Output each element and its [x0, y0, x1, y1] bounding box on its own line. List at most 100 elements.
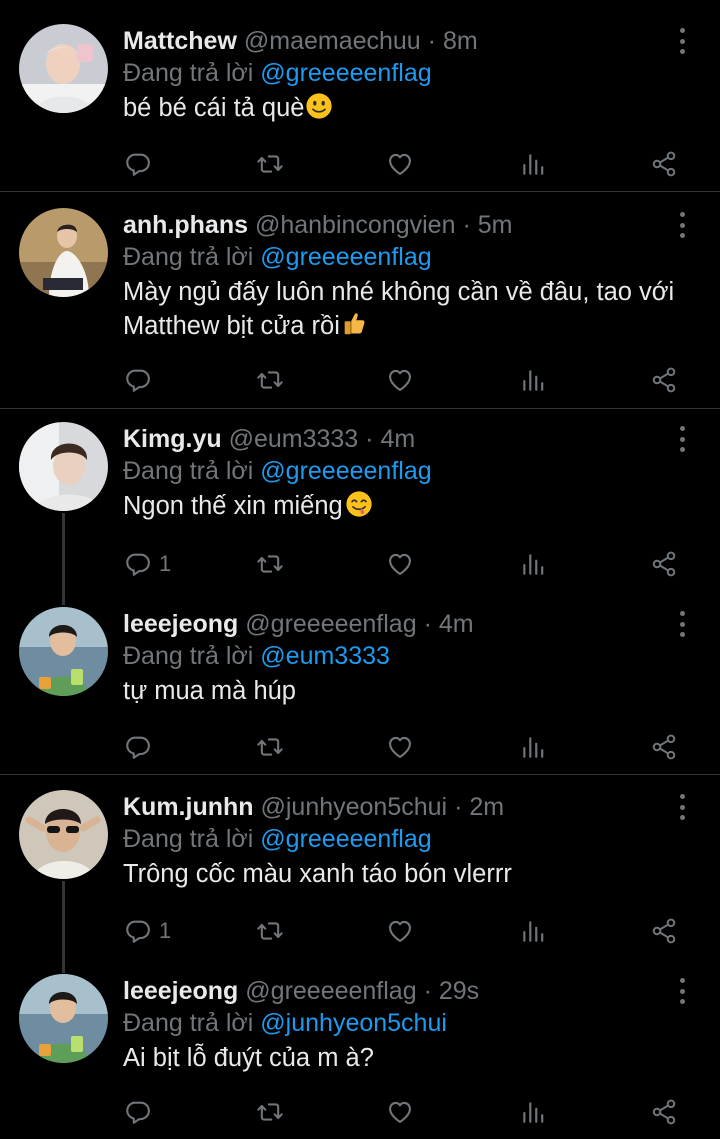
timestamp[interactable]: 4m — [439, 610, 474, 638]
views-icon-button[interactable] — [520, 732, 546, 762]
timestamp[interactable]: 4m — [380, 425, 415, 453]
replying-to-handle[interactable]: @eum3333 — [260, 642, 390, 670]
heart-icon — [386, 150, 414, 178]
heart-icon-button[interactable] — [386, 1097, 414, 1127]
more-options-icon[interactable] — [670, 28, 694, 54]
tweet[interactable]: Kimg.yu @eum3333 · 4m Đang trả lời @greee… — [0, 422, 720, 583]
tweet-header: leeejeong @greeeeenflag · 4m — [123, 607, 474, 641]
tweet-text: Ai bịt lỗ đuýt của m à? — [123, 1041, 703, 1075]
user-name[interactable]: leeejeong — [123, 610, 238, 638]
reply-icon-button[interactable] — [124, 1097, 159, 1127]
replying-to: Đang trả lời @greeeeenflag — [123, 822, 432, 856]
timestamp[interactable]: 8m — [443, 27, 478, 55]
avatar[interactable] — [19, 974, 108, 1063]
replying-to-handle[interactable]: @junhyeon5chui — [260, 1009, 447, 1037]
replying-to-handle[interactable]: @greeeeenflag — [260, 825, 431, 853]
views-icon-button[interactable] — [520, 549, 546, 579]
reply-icon-button[interactable] — [124, 365, 159, 395]
heart-icon-button[interactable] — [386, 732, 414, 762]
timestamp[interactable]: 29s — [439, 977, 479, 1005]
reply-icon — [124, 550, 152, 578]
avatar[interactable] — [19, 422, 108, 511]
tweet-text: tự mua mà húp — [123, 674, 703, 708]
views-icon-button[interactable] — [520, 1097, 546, 1127]
share-icon-button[interactable] — [650, 916, 678, 946]
user-handle[interactable]: @greeeeenflag — [245, 977, 416, 1005]
user-handle[interactable]: @maemaechuu — [244, 27, 421, 55]
retweet-icon-button[interactable] — [255, 732, 285, 762]
replying-to-handle[interactable]: @greeeeenflag — [260, 457, 431, 485]
views-icon — [520, 150, 546, 178]
avatar[interactable] — [19, 607, 108, 696]
tweet[interactable]: leeejeong @greeeeenflag · 4m Đang trả lời… — [0, 607, 720, 766]
heart-icon-button[interactable] — [386, 549, 414, 579]
replying-to-handle[interactable]: @greeeeenflag — [260, 59, 431, 87]
share-icon — [650, 733, 678, 761]
retweet-icon-button[interactable] — [255, 149, 285, 179]
retweet-icon-button[interactable] — [255, 1097, 285, 1127]
user-name[interactable]: Kum.junhn — [123, 793, 254, 821]
heart-icon — [386, 1098, 414, 1126]
user-handle[interactable]: @eum3333 — [229, 425, 359, 453]
share-icon-button[interactable] — [650, 1097, 678, 1127]
tweet-header: Kum.junhn @junhyeon5chui · 2m — [123, 790, 504, 824]
tweet[interactable]: Mattchew @maemaechuu · 8m Đang trả lời @g… — [0, 24, 720, 183]
tweet-actions: 1 — [0, 549, 720, 579]
tweet[interactable]: leeejeong @greeeeenflag · 29s Đang trả lờ… — [0, 974, 720, 1131]
reply-icon-button[interactable] — [124, 149, 159, 179]
views-icon-button[interactable] — [520, 916, 546, 946]
user-handle[interactable]: @hanbincongvien — [255, 211, 456, 239]
thumbs-up-icon — [341, 310, 367, 347]
user-handle[interactable]: @greeeeenflag — [245, 610, 416, 638]
reply-icon — [124, 366, 152, 394]
replying-to-handle[interactable]: @greeeeenflag — [260, 243, 431, 271]
share-icon — [650, 917, 678, 945]
avatar[interactable] — [19, 790, 108, 879]
heart-icon-button[interactable] — [386, 149, 414, 179]
more-options-icon[interactable] — [670, 426, 694, 452]
separator-dot: · — [423, 610, 432, 638]
more-options-icon[interactable] — [670, 978, 694, 1004]
reply-feed: Mattchew @maemaechuu · 8m Đang trả lời @g… — [0, 0, 720, 1139]
user-name[interactable]: Kimg.yu — [123, 425, 222, 453]
avatar[interactable] — [19, 24, 108, 113]
separator-dot: · — [462, 211, 471, 239]
share-icon — [650, 550, 678, 578]
divider — [0, 408, 720, 409]
user-name[interactable]: Mattchew — [123, 27, 237, 55]
heart-icon-button[interactable] — [386, 365, 414, 395]
tweet[interactable]: Kum.junhn @junhyeon5chui · 2m Đang trả lờ… — [0, 790, 720, 950]
views-icon-button[interactable] — [520, 149, 546, 179]
share-icon-button[interactable] — [650, 365, 678, 395]
timestamp[interactable]: 2m — [469, 793, 504, 821]
more-options-icon[interactable] — [670, 212, 694, 238]
tweet-header: Mattchew @maemaechuu · 8m — [123, 24, 478, 58]
slightly-smiling-face-icon — [305, 92, 333, 129]
retweet-icon-button[interactable] — [255, 365, 285, 395]
reply-icon-button[interactable]: 1 — [124, 549, 171, 579]
timestamp[interactable]: 5m — [478, 211, 513, 239]
reply-icon-button[interactable] — [124, 732, 159, 762]
replying-to: Đang trả lời @greeeeenflag — [123, 454, 432, 488]
share-icon-button[interactable] — [650, 149, 678, 179]
more-options-icon[interactable] — [670, 794, 694, 820]
more-options-icon[interactable] — [670, 611, 694, 637]
retweet-icon-button[interactable] — [255, 549, 285, 579]
retweet-icon-button[interactable] — [255, 916, 285, 946]
tweet[interactable]: anh.phans @hanbincongvien · 5m Đang trả l… — [0, 208, 720, 399]
share-icon-button[interactable] — [650, 732, 678, 762]
reply-icon-button[interactable]: 1 — [124, 916, 171, 946]
heart-icon-button[interactable] — [386, 916, 414, 946]
share-icon-button[interactable] — [650, 549, 678, 579]
views-icon-button[interactable] — [520, 365, 546, 395]
separator-dot: · — [454, 793, 463, 821]
reply-icon — [124, 733, 152, 761]
user-name[interactable]: leeejeong — [123, 977, 238, 1005]
replying-to: Đang trả lời @greeeeenflag — [123, 240, 432, 274]
user-handle[interactable]: @junhyeon5chui — [260, 793, 447, 821]
retweet-icon — [255, 366, 285, 394]
user-name[interactable]: anh.phans — [123, 211, 248, 239]
separator-dot: · — [365, 425, 374, 453]
avatar[interactable] — [19, 208, 108, 297]
reply-icon — [124, 917, 152, 945]
